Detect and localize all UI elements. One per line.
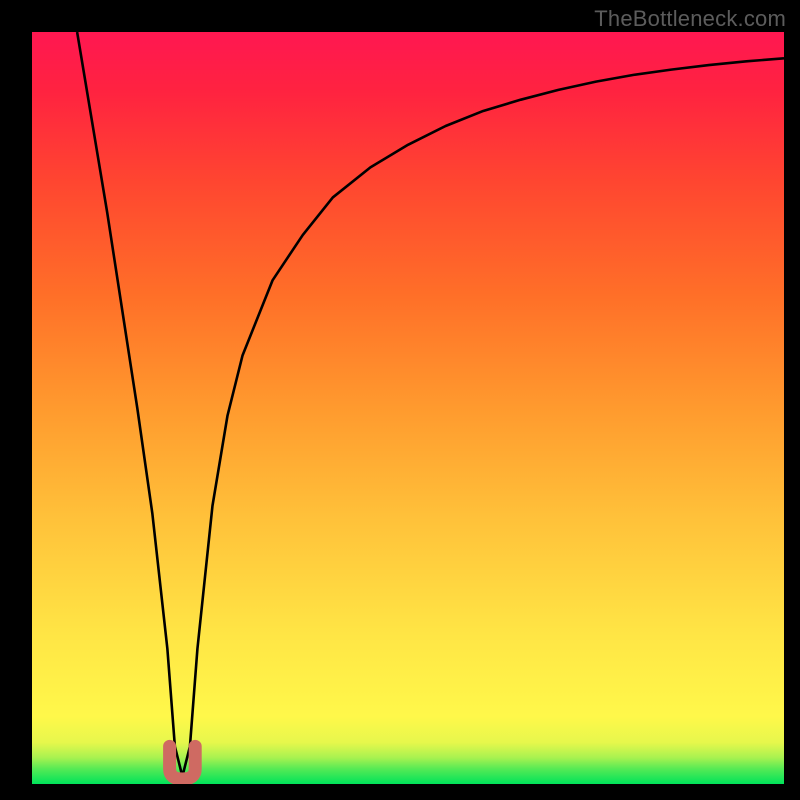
curve-layer bbox=[32, 32, 784, 784]
chart-frame: TheBottleneck.com bbox=[0, 0, 800, 800]
watermark-text: TheBottleneck.com bbox=[594, 6, 786, 32]
plot-area bbox=[32, 32, 784, 784]
optimal-marker bbox=[170, 746, 196, 779]
bottleneck-curve bbox=[77, 32, 784, 776]
